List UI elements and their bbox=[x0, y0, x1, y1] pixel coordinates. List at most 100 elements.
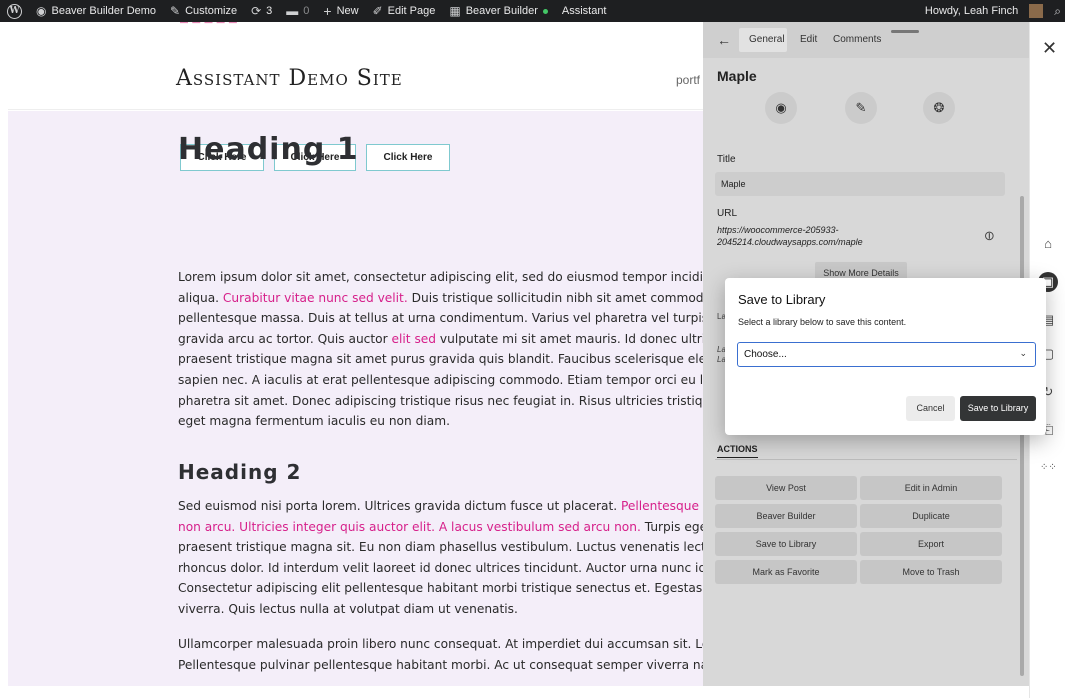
text-segment: Sed euismod nisi porta lorem. Ultrices g… bbox=[178, 499, 621, 513]
close-icon[interactable]: ✕ bbox=[1042, 38, 1057, 59]
updates-link[interactable]: ⟳ 3 bbox=[244, 0, 279, 22]
mark-as-favorite-button[interactable]: Mark as Favorite bbox=[715, 560, 857, 584]
edit-button[interactable]: ✎ bbox=[845, 92, 877, 124]
paragraph-line: Lorem ipsum dolor sit amet, consectetur … bbox=[178, 270, 708, 284]
paragraph-line: Pellentesque pulvinar pellentesque habit… bbox=[178, 657, 708, 672]
library-select-value: Choose... bbox=[744, 349, 787, 360]
assistant-label: Assistant bbox=[561, 5, 607, 17]
site-nav-item[interactable]: portf bbox=[676, 73, 700, 87]
duplicate-button[interactable]: Duplicate bbox=[860, 504, 1002, 528]
drag-handle[interactable] bbox=[891, 30, 919, 33]
search-icon: ⌕ bbox=[1054, 4, 1061, 18]
site-preview: — — — — — Assistant Demo Site portf Clic… bbox=[8, 22, 708, 686]
beaver-builder-button[interactable]: ❂ bbox=[923, 92, 955, 124]
wp-logo-menu[interactable]: W bbox=[0, 0, 29, 22]
url-label: URL bbox=[717, 208, 738, 219]
inline-link[interactable]: Curabitur vitae nunc sed velit. bbox=[223, 291, 408, 305]
comment-icon: ▬ bbox=[286, 4, 299, 18]
chevron-down-icon: ⌄ bbox=[1019, 348, 1027, 358]
brush-icon: ✎ bbox=[170, 4, 181, 18]
text-segment: Duis tristique sollicitudin nibh sit ame… bbox=[407, 290, 708, 305]
view-post-button[interactable]: View Post bbox=[715, 476, 857, 500]
search-toggle[interactable]: ⌕ bbox=[1050, 0, 1065, 22]
status-dot bbox=[542, 8, 548, 14]
inline-link[interactable]: elit sed bbox=[392, 332, 437, 346]
paragraph-3: Ullamcorper malesuada proin libero nunc … bbox=[178, 634, 708, 675]
edit-in-admin-button[interactable]: Edit in Admin bbox=[860, 476, 1002, 500]
eye-icon: ◉ bbox=[775, 100, 787, 115]
view-button[interactable]: ◉ bbox=[765, 92, 797, 124]
cancel-button[interactable]: Cancel bbox=[906, 396, 955, 421]
library-select[interactable]: Choose... ⌄ bbox=[737, 342, 1036, 367]
title-field[interactable]: Maple bbox=[715, 172, 1005, 196]
site-name-label: Beaver Builder Demo bbox=[51, 5, 157, 17]
my-account-menu[interactable]: Howdy, Leah Finch bbox=[918, 0, 1050, 22]
panel-topbar: ← General Edit Comments bbox=[703, 22, 1029, 58]
beaver-builder-link[interactable]: ▦ Beaver Builder bbox=[442, 0, 555, 22]
paragraph-2: Sed euismod nisi porta lorem. Ultrices g… bbox=[178, 496, 708, 620]
link-icon[interactable]: ⊘ bbox=[980, 226, 999, 245]
paragraph-line: viverra. Quis lectus nulla at volutpat d… bbox=[178, 601, 518, 616]
plus-icon: + bbox=[323, 3, 332, 19]
beaver-builder-label: Beaver Builder bbox=[465, 5, 538, 17]
inline-link[interactable]: Pellentesque sit bbox=[621, 499, 708, 513]
tab-edit[interactable]: Edit bbox=[800, 34, 817, 45]
paragraph-line: aliqua. Curabitur vitae nunc sed velit. … bbox=[178, 288, 708, 309]
assistant-link[interactable]: Assistant bbox=[555, 0, 614, 22]
heading-1: Heading 1 bbox=[178, 132, 359, 167]
beaver-icon: ❂ bbox=[933, 100, 945, 115]
updates-count: 3 bbox=[266, 5, 273, 17]
click-here-button-3[interactable]: Click Here bbox=[366, 144, 450, 171]
paragraph-line: gravida arcu ac tortor. Quis auctor elit… bbox=[178, 329, 708, 350]
top-menu-strip: — — — — — bbox=[8, 22, 708, 28]
paragraph-line: praesent tristique magna sit amet purus … bbox=[178, 352, 708, 367]
edit-page-label: Edit Page bbox=[387, 5, 436, 17]
avatar bbox=[1029, 4, 1044, 18]
customize-link[interactable]: ✎ Customize bbox=[163, 0, 244, 22]
edit-page-link[interactable]: ✐ Edit Page bbox=[366, 0, 443, 22]
item-title: Maple bbox=[717, 68, 757, 84]
title-label: Title bbox=[717, 154, 736, 165]
panel-scrollbar[interactable] bbox=[1020, 196, 1024, 676]
export-button[interactable]: Export bbox=[860, 532, 1002, 556]
inline-link[interactable]: non arcu. Ultricies integer quis auctor … bbox=[178, 520, 641, 534]
comments-count: 0 bbox=[303, 5, 310, 17]
refresh-icon: ⟳ bbox=[251, 4, 262, 18]
home-icon[interactable]: ⌂ bbox=[1040, 236, 1056, 252]
actions-divider bbox=[715, 459, 1017, 460]
text-segment: gravida arcu ac tortor. Quis auctor bbox=[178, 331, 392, 346]
paragraph-line: praesent tristique magna sit. Eu non dia… bbox=[178, 540, 708, 555]
save-to-library-action-button[interactable]: Save to Library bbox=[715, 532, 857, 556]
tab-comments[interactable]: Comments bbox=[833, 34, 881, 45]
text-segment: vulputate mi sit amet mauris. Id donec u… bbox=[436, 331, 708, 346]
beaver-builder-action-button[interactable]: Beaver Builder bbox=[715, 504, 857, 528]
text-segment: aliqua. bbox=[178, 290, 223, 305]
back-arrow-icon[interactable]: ← bbox=[717, 32, 731, 48]
comments-link[interactable]: ▬ 0 bbox=[279, 0, 316, 22]
site-name-menu[interactable]: ◉ Beaver Builder Demo bbox=[29, 0, 163, 22]
move-to-trash-button[interactable]: Move to Trash bbox=[860, 560, 1002, 584]
tab-general[interactable]: General bbox=[749, 34, 785, 45]
bottom-edge bbox=[0, 686, 1065, 698]
paragraph-line: rhoncus dolor. Id interdum velit laoreet… bbox=[178, 560, 708, 575]
url-value: https://woocommerce-205933-2045214.cloud… bbox=[717, 225, 863, 247]
paragraph-line: Sed euismod nisi porta lorem. Ultrices g… bbox=[178, 496, 708, 517]
pencil-icon: ✐ bbox=[372, 4, 383, 18]
greeting-label: Howdy, Leah Finch bbox=[924, 5, 1019, 17]
dashboard-icon: ◉ bbox=[36, 4, 47, 18]
customize-label: Customize bbox=[185, 5, 238, 17]
save-to-library-button[interactable]: Save to Library bbox=[960, 396, 1036, 421]
wp-admin-bar: W ◉ Beaver Builder Demo ✎ Customize ⟳ 3 ▬ 0 … bbox=[0, 0, 1065, 22]
heading-2: Heading 2 bbox=[178, 460, 302, 484]
layout-icon: ▦ bbox=[449, 4, 461, 18]
new-label: New bbox=[336, 5, 359, 17]
paragraph-line: Ullamcorper malesuada proin libero nunc … bbox=[178, 637, 708, 651]
site-header: Assistant Demo Site portf bbox=[8, 38, 708, 110]
modal-subtitle: Select a library below to save this cont… bbox=[738, 317, 907, 327]
paragraph-line: non arcu. Ultricies integer quis auctor … bbox=[178, 517, 708, 538]
apps-grid-icon[interactable]: ⁘⁘ bbox=[1040, 460, 1057, 476]
paragraph-1: Lorem ipsum dolor sit amet, consectetur … bbox=[178, 267, 708, 432]
site-title[interactable]: Assistant Demo Site bbox=[176, 66, 403, 91]
text-segment: Turpis egesta bbox=[644, 519, 708, 534]
new-content-menu[interactable]: + New bbox=[316, 0, 365, 22]
